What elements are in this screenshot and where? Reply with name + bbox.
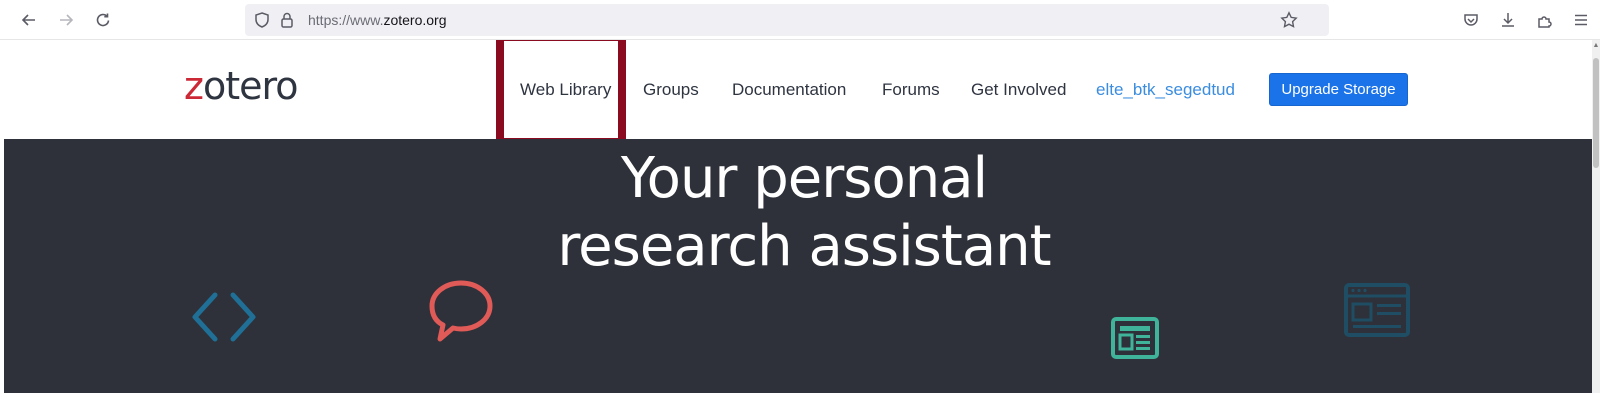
star-icon[interactable]	[1280, 11, 1298, 29]
upgrade-storage-button[interactable]: Upgrade Storage	[1269, 73, 1408, 106]
nav-forums[interactable]: Forums	[882, 80, 940, 100]
arrow-right-icon[interactable]	[52, 6, 80, 34]
reload-icon[interactable]	[89, 6, 117, 34]
arrow-left-icon[interactable]	[15, 6, 43, 34]
nav-get-involved[interactable]: Get Involved	[971, 80, 1066, 100]
page-content: zotero Web Library Groups Documentation …	[4, 40, 1592, 393]
hero-title-line-1: Your personal	[620, 146, 988, 211]
puzzle-icon[interactable]	[1531, 6, 1559, 34]
logo-rest: otero	[202, 64, 299, 108]
code-brackets-icon	[192, 292, 256, 342]
logo-z: z	[184, 64, 204, 108]
hamburger-menu-icon[interactable]	[1567, 6, 1595, 34]
page-scrollbar[interactable]: ▲	[1592, 40, 1600, 393]
hero-title-line-2: research assistant	[557, 214, 1051, 279]
shield-icon[interactable]	[253, 11, 271, 29]
url-domain: zotero.org	[383, 12, 447, 28]
nav-documentation[interactable]: Documentation	[732, 80, 846, 100]
url-prefix: https://www.	[308, 12, 384, 28]
address-bar[interactable]: https://www.zotero.org	[245, 4, 1329, 36]
nav-groups[interactable]: Groups	[643, 80, 699, 100]
pocket-icon[interactable]	[1457, 6, 1485, 34]
hero-title: Your personal research assistant	[4, 145, 1592, 281]
browser-toolbar: https://www.zotero.org	[0, 0, 1600, 40]
scroll-up-arrow-icon[interactable]: ▲	[1592, 42, 1600, 50]
site-header: zotero Web Library Groups Documentation …	[4, 40, 1592, 146]
url-text[interactable]: https://www.zotero.org	[308, 12, 447, 28]
scrollbar-thumb[interactable]	[1593, 58, 1599, 168]
highlight-box	[496, 40, 626, 146]
zotero-logo[interactable]: zotero	[184, 64, 299, 108]
nav-user-account[interactable]: elte_btk_segedtud	[1096, 80, 1235, 100]
webpage-icon	[1344, 283, 1410, 337]
newspaper-icon	[1111, 317, 1159, 359]
download-icon[interactable]	[1494, 6, 1522, 34]
speech-bubble-icon	[429, 280, 493, 342]
lock-icon[interactable]	[278, 11, 296, 29]
